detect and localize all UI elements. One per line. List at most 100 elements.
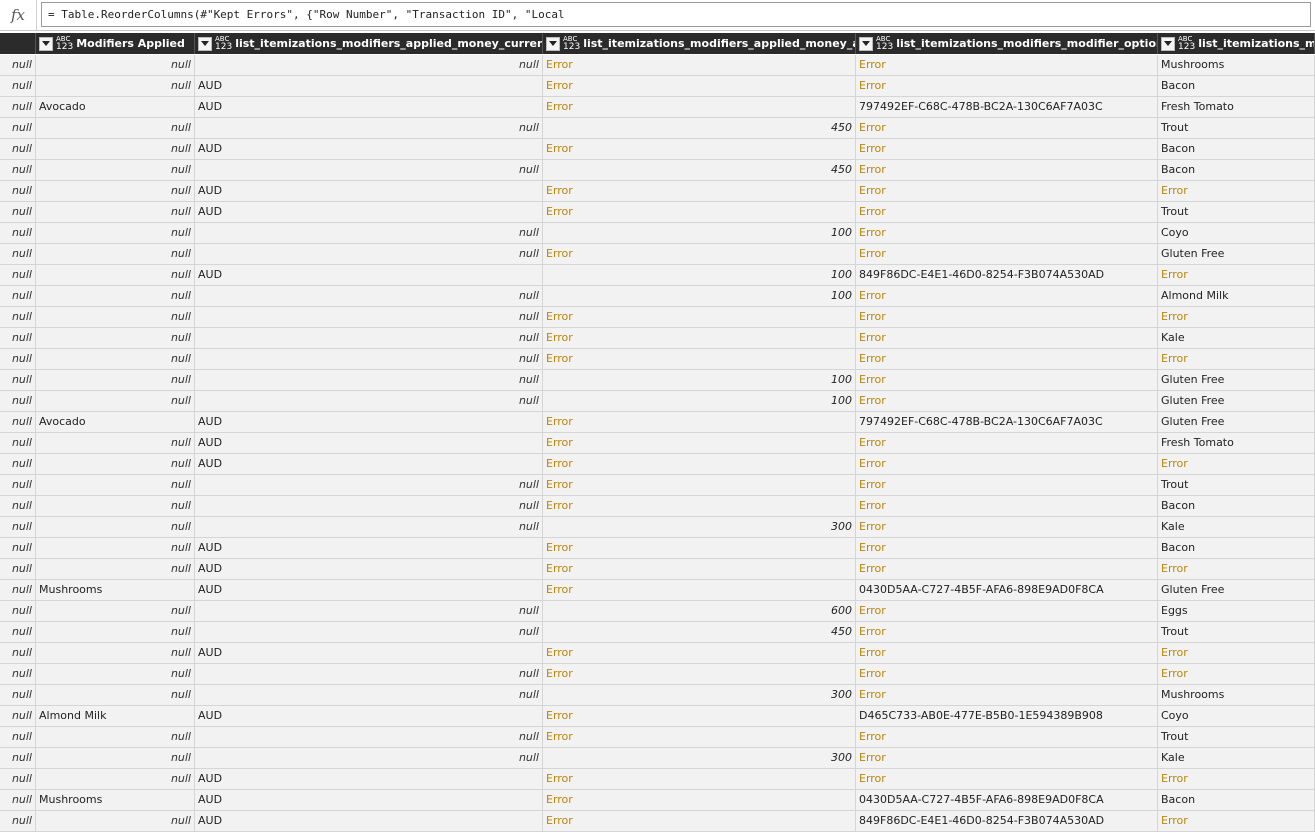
error-cell[interactable]: Error: [543, 769, 856, 790]
table-cell[interactable]: null: [0, 160, 36, 181]
table-cell[interactable]: null: [0, 622, 36, 643]
table-cell[interactable]: null: [0, 97, 36, 118]
table-cell[interactable]: null: [0, 139, 36, 160]
error-cell[interactable]: Error: [1158, 265, 1315, 286]
table-cell[interactable]: Trout: [1158, 622, 1315, 643]
error-cell[interactable]: Error: [856, 454, 1158, 475]
error-cell[interactable]: Error: [543, 97, 856, 118]
table-cell[interactable]: null: [0, 412, 36, 433]
table-cell[interactable]: null: [36, 307, 195, 328]
error-cell[interactable]: Error: [856, 286, 1158, 307]
table-cell[interactable]: null: [36, 664, 195, 685]
table-cell[interactable]: null: [36, 496, 195, 517]
table-cell[interactable]: null: [36, 349, 195, 370]
error-cell[interactable]: Error: [856, 517, 1158, 538]
error-cell[interactable]: Error: [543, 727, 856, 748]
error-cell[interactable]: Error: [543, 706, 856, 727]
table-cell[interactable]: null: [0, 769, 36, 790]
fx-icon[interactable]: fx: [0, 0, 37, 30]
error-cell[interactable]: Error: [856, 370, 1158, 391]
type-any-icon[interactable]: ABC 123: [876, 35, 893, 52]
table-cell[interactable]: Kale: [1158, 328, 1315, 349]
table-cell[interactable]: null: [195, 349, 543, 370]
table-cell[interactable]: Bacon: [1158, 139, 1315, 160]
table-cell[interactable]: null: [36, 538, 195, 559]
table-cell[interactable]: Gluten Free: [1158, 580, 1315, 601]
table-cell[interactable]: AUD: [195, 769, 543, 790]
error-cell[interactable]: Error: [543, 790, 856, 811]
table-cell[interactable]: 0430D5AA-C727-4B5F-AFA6-898E9AD0F8CA: [856, 790, 1158, 811]
column-header-4[interactable]: ABC 123 list_itemizations_modifiers_modifi…: [856, 33, 1158, 54]
table-cell[interactable]: null: [195, 496, 543, 517]
error-cell[interactable]: Error: [856, 475, 1158, 496]
table-cell[interactable]: null: [36, 370, 195, 391]
table-cell[interactable]: Kale: [1158, 517, 1315, 538]
error-cell[interactable]: Error: [856, 748, 1158, 769]
table-cell[interactable]: null: [0, 328, 36, 349]
table-cell[interactable]: null: [36, 76, 195, 97]
table-cell[interactable]: AUD: [195, 454, 543, 475]
table-cell[interactable]: null: [195, 286, 543, 307]
error-cell[interactable]: Error: [1158, 307, 1315, 328]
table-cell[interactable]: null: [36, 454, 195, 475]
table-cell[interactable]: null: [36, 265, 195, 286]
error-cell[interactable]: Error: [543, 307, 856, 328]
error-cell[interactable]: Error: [856, 307, 1158, 328]
error-cell[interactable]: Error: [856, 202, 1158, 223]
table-cell[interactable]: null: [195, 622, 543, 643]
error-cell[interactable]: Error: [856, 139, 1158, 160]
column-header-0[interactable]: [0, 33, 36, 54]
error-cell[interactable]: Error: [543, 433, 856, 454]
error-cell[interactable]: Error: [1158, 181, 1315, 202]
error-cell[interactable]: Error: [543, 328, 856, 349]
column-header-2[interactable]: ABC 123 list_itemizations_modifiers_applie…: [195, 33, 543, 54]
table-cell[interactable]: null: [36, 601, 195, 622]
error-cell[interactable]: Error: [856, 349, 1158, 370]
table-cell[interactable]: AUD: [195, 559, 543, 580]
table-cell[interactable]: AUD: [195, 76, 543, 97]
table-cell[interactable]: 300: [543, 685, 856, 706]
table-cell[interactable]: null: [0, 118, 36, 139]
table-cell[interactable]: Trout: [1158, 202, 1315, 223]
table-cell[interactable]: 300: [543, 748, 856, 769]
table-cell[interactable]: null: [0, 706, 36, 727]
table-cell[interactable]: AUD: [195, 433, 543, 454]
table-cell[interactable]: null: [36, 811, 195, 832]
error-cell[interactable]: Error: [543, 664, 856, 685]
table-cell[interactable]: null: [195, 727, 543, 748]
table-cell[interactable]: AUD: [195, 97, 543, 118]
table-cell[interactable]: null: [0, 265, 36, 286]
table-cell[interactable]: 600: [543, 601, 856, 622]
table-cell[interactable]: Kale: [1158, 748, 1315, 769]
table-cell[interactable]: null: [195, 244, 543, 265]
table-cell[interactable]: Trout: [1158, 118, 1315, 139]
error-cell[interactable]: Error: [856, 622, 1158, 643]
table-cell[interactable]: AUD: [195, 790, 543, 811]
column-header-5[interactable]: ABC123list_itemizations_modifiers_: [1158, 33, 1315, 54]
error-cell[interactable]: Error: [543, 538, 856, 559]
error-cell[interactable]: Error: [856, 433, 1158, 454]
table-cell[interactable]: 849F86DC-E4E1-46D0-8254-F3B074A530AD: [856, 265, 1158, 286]
table-cell[interactable]: null: [0, 454, 36, 475]
table-cell[interactable]: null: [36, 223, 195, 244]
error-cell[interactable]: Error: [856, 685, 1158, 706]
table-cell[interactable]: null: [36, 202, 195, 223]
table-cell[interactable]: 100: [543, 223, 856, 244]
error-cell[interactable]: Error: [856, 244, 1158, 265]
table-cell[interactable]: null: [195, 307, 543, 328]
table-cell[interactable]: AUD: [195, 538, 543, 559]
error-cell[interactable]: Error: [856, 223, 1158, 244]
table-cell[interactable]: null: [0, 496, 36, 517]
error-cell[interactable]: Error: [856, 328, 1158, 349]
error-cell[interactable]: Error: [856, 391, 1158, 412]
table-cell[interactable]: null: [195, 391, 543, 412]
table-cell[interactable]: null: [36, 643, 195, 664]
error-cell[interactable]: Error: [543, 811, 856, 832]
table-cell[interactable]: Fresh Tomato: [1158, 433, 1315, 454]
table-cell[interactable]: Mushrooms: [36, 790, 195, 811]
table-cell[interactable]: AUD: [195, 265, 543, 286]
error-cell[interactable]: Error: [856, 664, 1158, 685]
table-cell[interactable]: 450: [543, 160, 856, 181]
table-cell[interactable]: null: [0, 580, 36, 601]
table-cell[interactable]: null: [0, 244, 36, 265]
